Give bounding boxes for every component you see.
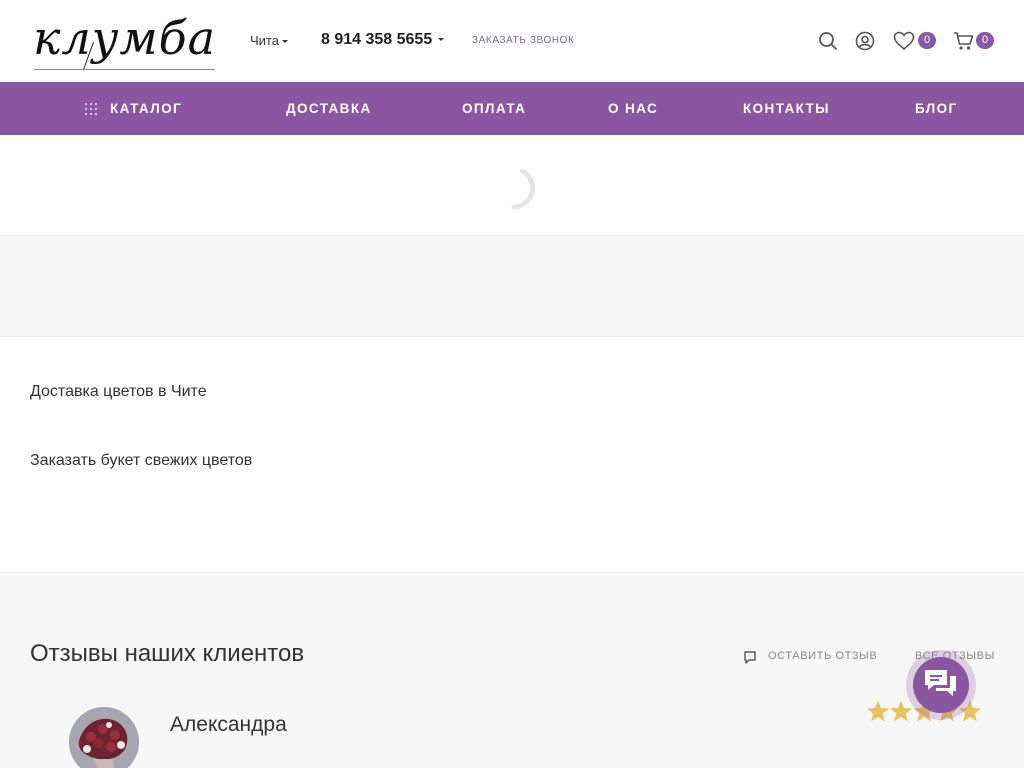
- seo-heading-order: Заказать букет свежих цветов: [30, 452, 253, 469]
- seo-heading-delivery: Доставка цветов в Чите: [30, 383, 207, 400]
- nav-item-blog[interactable]: БЛОГ: [915, 82, 958, 135]
- nav-item-delivery[interactable]: ДОСТАВКА: [286, 82, 372, 135]
- logo-underline: [34, 69, 215, 70]
- chat-icon: [925, 670, 956, 696]
- callback-link[interactable]: ЗАКАЗАТЬ ЗВОНОК: [472, 35, 574, 46]
- logo-text: клумба: [33, 11, 217, 65]
- phone-label: 8 914 358 5655: [321, 31, 433, 48]
- reviews-title: Отзывы наших клиентов: [30, 640, 305, 667]
- star-icon: [890, 700, 912, 722]
- nav-item-catalog[interactable]: КАТАЛОГ: [110, 82, 182, 135]
- reviews-section: Отзывы наших клиентов ОСТАВИТЬ ОТЗЫВ ВСЕ…: [0, 573, 1024, 768]
- search-icon[interactable]: [818, 31, 838, 51]
- cart-count-badge: 0: [976, 32, 994, 49]
- seo-text-section: Доставка цветов в Чите Заказать букет св…: [0, 337, 1024, 573]
- chat-widget-button[interactable]: [906, 650, 976, 720]
- cart-icon[interactable]: [953, 31, 974, 51]
- leave-review-label: ОСТАВИТЬ ОТЗЫВ: [768, 650, 878, 662]
- nav-item-payment[interactable]: ОПЛАТА: [462, 82, 526, 135]
- site-logo[interactable]: клумба: [33, 12, 217, 72]
- phone-number[interactable]: 8 914 358 5655: [321, 31, 445, 49]
- favorites-count-badge: 0: [918, 32, 936, 49]
- empty-section: [0, 236, 1024, 337]
- nav-item-about[interactable]: О НАС: [608, 82, 658, 135]
- city-label: Чита: [250, 33, 279, 48]
- comment-icon: [744, 651, 756, 664]
- city-selector[interactable]: Чита: [250, 33, 288, 48]
- main-navigation: КАТАЛОГ ДОСТАВКА ОПЛАТА О НАС КОНТАКТЫ Б…: [0, 82, 1024, 135]
- site-header: клумба Чита 8 914 358 5655 ЗАКАЗАТЬ ЗВОН…: [0, 0, 1024, 82]
- caret-down-icon: [281, 40, 288, 44]
- heart-icon[interactable]: [893, 31, 915, 51]
- user-icon[interactable]: [855, 31, 875, 51]
- nav-item-contacts[interactable]: КОНТАКТЫ: [743, 82, 830, 135]
- star-icon: [867, 700, 889, 722]
- reviewer-avatar: [69, 707, 139, 768]
- caret-down-icon: [438, 38, 445, 42]
- loading-spinner-icon: [502, 168, 536, 211]
- reviewer-name: Александра: [170, 713, 287, 736]
- grid-icon: [85, 102, 97, 115]
- loading-section: [0, 135, 1024, 236]
